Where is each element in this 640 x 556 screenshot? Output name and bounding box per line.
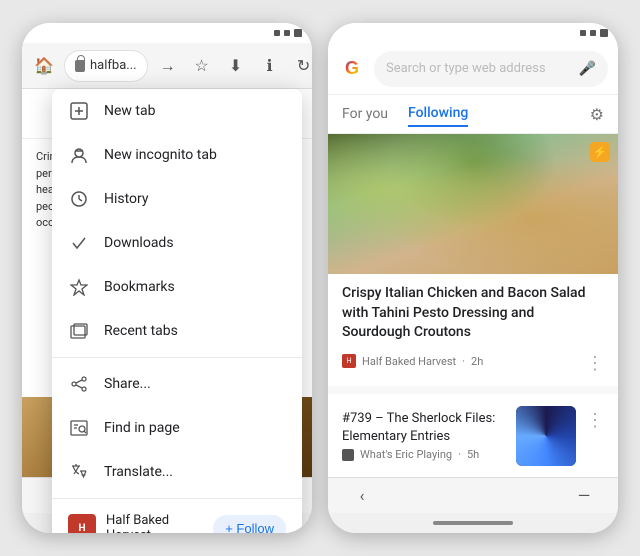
menu-bookmarks[interactable]: Bookmarks bbox=[52, 265, 302, 309]
follow-button[interactable]: + Follow bbox=[213, 515, 286, 534]
share-label: Share... bbox=[104, 376, 286, 392]
search-bar[interactable]: Search or type web address 🎤 bbox=[374, 51, 608, 87]
menu-new-tab[interactable]: New tab bbox=[52, 89, 302, 133]
new-incognito-label: New incognito tab bbox=[104, 147, 286, 163]
download-button[interactable]: ⬇ bbox=[222, 52, 250, 80]
featured-article-card[interactable]: ⚡ Crispy Italian Chicken and Bacon Salad… bbox=[328, 134, 618, 386]
incognito-icon bbox=[68, 144, 90, 166]
bookmarks-label: Bookmarks bbox=[104, 279, 286, 295]
featured-article-title: Crispy Italian Chicken and Bacon Salad w… bbox=[342, 284, 604, 343]
url-text: halfba... bbox=[90, 58, 137, 73]
right-home-indicator-bar bbox=[433, 521, 513, 525]
battery-icon bbox=[294, 29, 302, 37]
small-article-thumbnail bbox=[516, 406, 576, 466]
site-favicon: H bbox=[68, 514, 96, 533]
find-icon bbox=[68, 417, 90, 439]
wifi-icon bbox=[284, 30, 290, 36]
signal-icon-right bbox=[580, 30, 586, 36]
menu-recent-tabs[interactable]: Recent tabs bbox=[52, 309, 302, 353]
tabs-icon bbox=[68, 320, 90, 342]
share-icon bbox=[68, 373, 90, 395]
menu-history[interactable]: History bbox=[52, 177, 302, 221]
signal-icon bbox=[274, 30, 280, 36]
lightning-badge: ⚡ bbox=[590, 142, 610, 162]
right-home-indicator[interactable]: — bbox=[570, 482, 598, 510]
battery-icon-right bbox=[600, 29, 608, 37]
new-tab-label: New tab bbox=[104, 103, 286, 119]
featured-card-body: Crispy Italian Chicken and Bacon Salad w… bbox=[328, 274, 618, 386]
tab-following[interactable]: Following bbox=[408, 101, 468, 127]
checkmark-icon bbox=[68, 232, 90, 254]
follow-site-name: Half Baked Harvest bbox=[106, 513, 203, 533]
right-back-button[interactable]: ‹ bbox=[348, 482, 376, 510]
small-article-separator: · bbox=[458, 448, 461, 461]
small-card-content: #739 – The Sherlock Files: Elementary En… bbox=[342, 410, 506, 461]
context-menu: New tab New incognito tab bbox=[52, 89, 302, 533]
article-source: Half Baked Harvest bbox=[362, 355, 456, 368]
translate-icon bbox=[68, 461, 90, 483]
menu-downloads[interactable]: Downloads bbox=[52, 221, 302, 265]
lock-icon bbox=[75, 60, 85, 72]
feed-tabs: For you Following ⚙ bbox=[328, 95, 618, 134]
settings-icon[interactable]: ⚙ bbox=[590, 105, 604, 124]
menu-divider-1 bbox=[52, 357, 302, 358]
translate-label: Translate... bbox=[104, 464, 286, 480]
left-phone: 🏠 halfba... → ☆ ⬇ ℹ ↻ HALF HAR Crinkled … bbox=[22, 23, 312, 533]
small-article-time: 5h bbox=[467, 448, 479, 461]
microphone-icon[interactable]: 🎤 bbox=[579, 61, 596, 77]
right-phone: G Search or type web address 🎤 For you F… bbox=[328, 23, 618, 533]
menu-follow-item: H Half Baked Harvest + Follow bbox=[52, 503, 302, 533]
forward-button[interactable]: → bbox=[154, 52, 182, 80]
source-favicon: H bbox=[342, 354, 356, 368]
history-label: History bbox=[104, 191, 286, 207]
star-icon bbox=[68, 276, 90, 298]
article-time: 2h bbox=[471, 355, 483, 368]
more-options-icon[interactable]: ⋮ bbox=[586, 353, 604, 374]
small-card-more-options-icon[interactable]: ⋮ bbox=[586, 410, 604, 431]
find-in-page-label: Find in page bbox=[104, 420, 286, 436]
clock-icon bbox=[68, 188, 90, 210]
left-status-bar bbox=[22, 23, 312, 43]
right-home-bar bbox=[328, 513, 618, 533]
google-logo: G bbox=[338, 55, 366, 83]
featured-article-meta: H Half Baked Harvest · 2h ⋮ bbox=[342, 349, 604, 374]
refresh-button[interactable]: ↻ bbox=[290, 52, 312, 80]
menu-new-incognito-tab[interactable]: New incognito tab bbox=[52, 133, 302, 177]
bookmark-button[interactable]: ☆ bbox=[188, 52, 216, 80]
search-placeholder: Search or type web address bbox=[386, 61, 546, 76]
wifi-icon-right bbox=[590, 30, 596, 36]
menu-divider-2 bbox=[52, 498, 302, 499]
browser-address-bar: 🏠 halfba... → ☆ ⬇ ℹ ↻ bbox=[22, 43, 312, 89]
article-time-separator: · bbox=[462, 355, 465, 368]
info-button[interactable]: ℹ bbox=[256, 52, 284, 80]
small-article-source: What's Eric Playing bbox=[360, 448, 452, 461]
menu-find-in-page[interactable]: Find in page bbox=[52, 406, 302, 450]
address-pill[interactable]: halfba... bbox=[64, 50, 148, 82]
right-browser-bar: G Search or type web address 🎤 bbox=[328, 43, 618, 95]
feed-content: ⚡ Crispy Italian Chicken and Bacon Salad… bbox=[328, 134, 618, 477]
small-article-meta: What's Eric Playing · 5h bbox=[342, 448, 506, 461]
downloads-label: Downloads bbox=[104, 235, 286, 251]
small-article-title: #739 – The Sherlock Files: Elementary En… bbox=[342, 410, 506, 446]
small-source-favicon bbox=[342, 449, 354, 461]
follow-label: + Follow bbox=[225, 521, 274, 534]
right-status-bar bbox=[328, 23, 618, 43]
plus-square-icon bbox=[68, 100, 90, 122]
tab-for-you[interactable]: For you bbox=[342, 102, 388, 126]
menu-translate[interactable]: Translate... bbox=[52, 450, 302, 494]
right-bottom-nav: ‹ — bbox=[328, 477, 618, 513]
featured-article-image: ⚡ bbox=[328, 134, 618, 274]
home-button[interactable]: 🏠 bbox=[30, 52, 58, 80]
menu-share[interactable]: Share... bbox=[52, 362, 302, 406]
recent-tabs-label: Recent tabs bbox=[104, 323, 286, 339]
small-article-card[interactable]: #739 – The Sherlock Files: Elementary En… bbox=[328, 394, 618, 477]
